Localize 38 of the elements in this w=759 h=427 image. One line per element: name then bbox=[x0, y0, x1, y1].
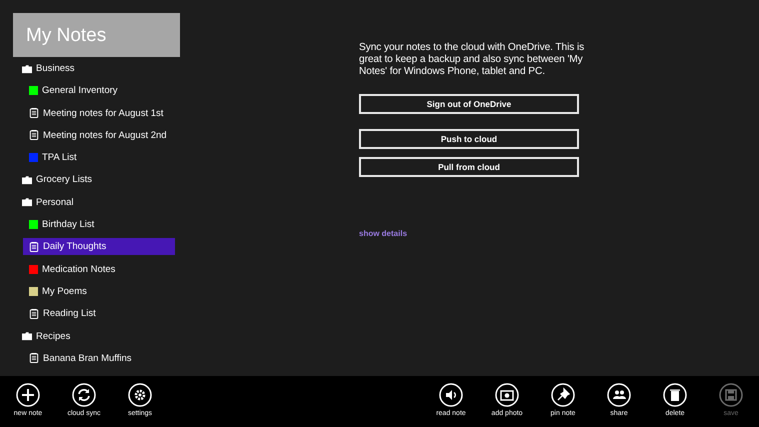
folder-item[interactable]: Recipes bbox=[16, 328, 161, 345]
sync-description: Sync your notes to the cloud with OneDrive. This is great to keep a backup and also sync between 'My Notes' for Windows Phone, tablet and PC. bbox=[359, 42, 586, 78]
trash-icon bbox=[663, 383, 687, 407]
show-details-link[interactable]: show details bbox=[359, 229, 408, 238]
sync-button[interactable]: Pull from cloud bbox=[359, 157, 579, 177]
sync-button[interactable]: Push to cloud bbox=[359, 129, 579, 149]
sync-icon bbox=[72, 383, 96, 407]
note-item[interactable]: TPA List bbox=[23, 149, 168, 166]
pin-icon bbox=[551, 383, 575, 407]
sign-out-button[interactable]: Sign out of OneDrive bbox=[359, 94, 579, 114]
note-item[interactable]: Meeting notes for August 2nd bbox=[23, 126, 168, 144]
folder-item[interactable]: Grocery Lists bbox=[16, 171, 161, 188]
app-title: My Notes bbox=[13, 13, 180, 57]
camera-icon bbox=[495, 383, 519, 407]
notepad-icon bbox=[29, 242, 39, 252]
note-item[interactable]: Meeting notes for August 1st bbox=[23, 104, 168, 122]
notepad-icon bbox=[29, 108, 39, 118]
note-item[interactable]: Banana Bran Muffins bbox=[23, 350, 168, 367]
notepad-icon bbox=[29, 130, 39, 140]
speaker-icon bbox=[439, 383, 463, 407]
note-item[interactable]: Reading List bbox=[23, 305, 168, 322]
notepad-icon bbox=[29, 308, 39, 319]
plus-icon bbox=[16, 383, 40, 407]
folder-icon bbox=[22, 64, 32, 74]
folder-icon bbox=[22, 331, 32, 342]
folder-icon bbox=[22, 174, 32, 185]
note-item[interactable]: Daily Thoughts bbox=[23, 238, 175, 256]
folder-item[interactable]: Personal bbox=[16, 194, 161, 211]
folder-icon bbox=[22, 197, 32, 208]
note-item[interactable]: My Poems bbox=[23, 282, 168, 300]
note-item[interactable]: General Inventory bbox=[23, 82, 168, 100]
settings-icon bbox=[128, 383, 152, 407]
save-icon bbox=[719, 383, 743, 407]
folder-item[interactable]: Business bbox=[16, 60, 161, 77]
people-icon bbox=[607, 383, 631, 407]
note-item[interactable]: Birthday List bbox=[23, 216, 168, 234]
notepad-icon bbox=[29, 353, 39, 364]
note-item[interactable]: Medication Notes bbox=[23, 260, 168, 278]
